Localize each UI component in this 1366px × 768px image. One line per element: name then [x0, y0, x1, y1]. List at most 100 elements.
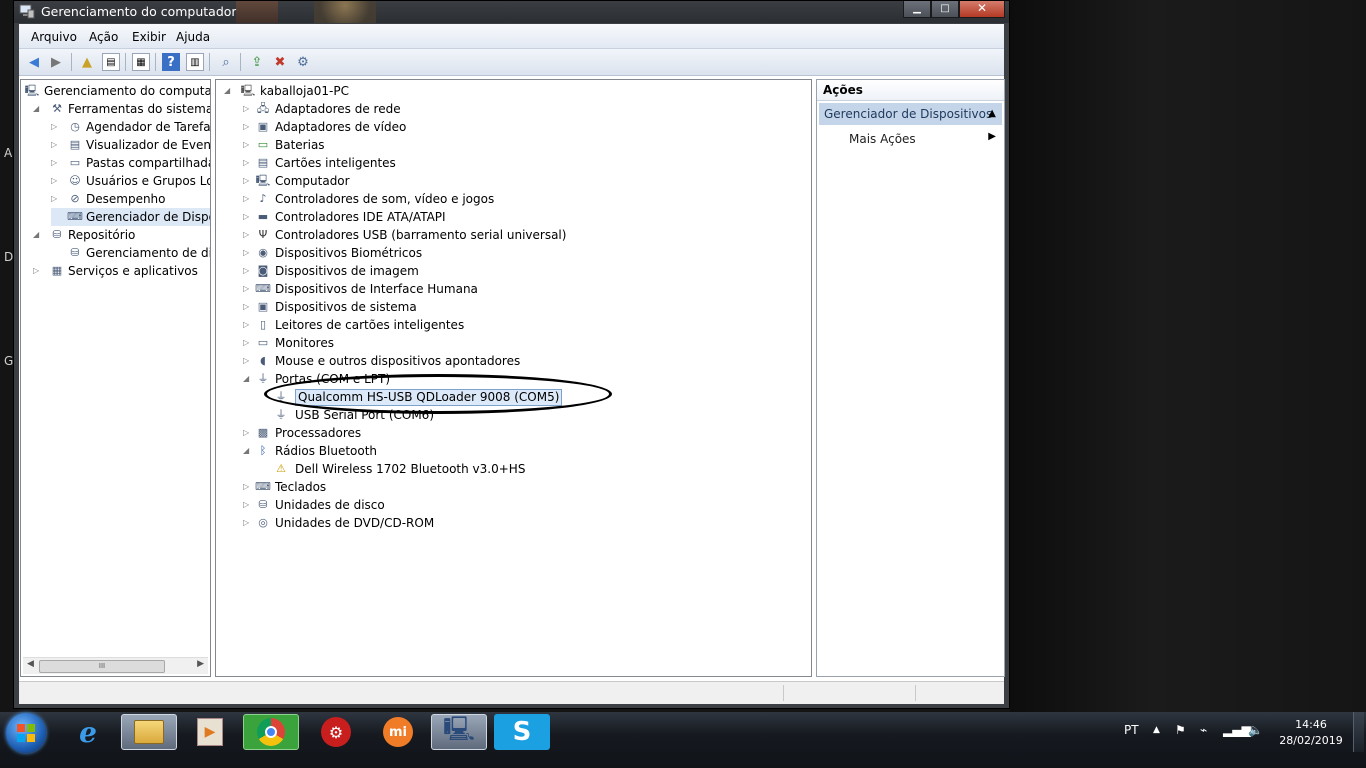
- expander-icon[interactable]: ▷: [243, 514, 252, 532]
- back-arrow-icon[interactable]: ◀: [25, 53, 43, 71]
- expander-icon[interactable]: ▷: [243, 226, 252, 244]
- nav-item[interactable]: ⛁ Gerenciamento de disco: [51, 244, 210, 262]
- nav-item[interactable]: 🖳 Gerenciamento do computado: [24, 82, 210, 100]
- services-icon: ▦: [51, 264, 63, 277]
- menu-ajuda[interactable]: Ajuda: [176, 30, 210, 44]
- taskbar-media-player[interactable]: ▶: [182, 714, 238, 750]
- properties-icon[interactable]: ▦: [132, 53, 150, 71]
- port-device-icon: ⏚: [275, 390, 287, 403]
- expander-icon[interactable]: ◢: [243, 442, 252, 460]
- taskbar-internet-explorer[interactable]: e: [60, 714, 116, 750]
- expander-icon[interactable]: ▷: [243, 190, 252, 208]
- expander-icon[interactable]: ◢: [33, 226, 42, 244]
- expander-icon[interactable]: ▷: [33, 262, 42, 280]
- taskbar-chrome[interactable]: [243, 714, 299, 750]
- scroll-left-icon[interactable]: ◀: [27, 659, 34, 669]
- expander-icon[interactable]: ▷: [243, 100, 252, 118]
- nav-item-label: Pastas compartilhadas: [86, 156, 211, 170]
- actions-section-device-manager[interactable]: Gerenciador de Dispositivos ▲: [819, 103, 1002, 125]
- scroll-thumb[interactable]: III: [39, 660, 165, 673]
- forward-arrow-icon[interactable]: ▶: [47, 53, 65, 71]
- expander-icon[interactable]: ▷: [51, 154, 60, 172]
- minimize-button[interactable]: ▁: [903, 1, 931, 18]
- show-hide-tree-icon[interactable]: ▤: [102, 53, 120, 71]
- expander-icon[interactable]: ▷: [243, 298, 252, 316]
- navigation-tree[interactable]: 🖳 Gerenciamento do computado ◢ ⚒ Ferramentas…: [20, 79, 211, 677]
- nav-item[interactable]: ◢ ⛁ Repositório: [33, 226, 210, 244]
- nav-item[interactable]: ▷ ☺ Usuários e Grupos Loca: [51, 172, 210, 190]
- more-actions-item[interactable]: Mais Ações: [849, 129, 916, 149]
- scan-hardware-icon[interactable]: ⌕: [217, 53, 235, 71]
- scroll-right-icon[interactable]: ▶: [197, 659, 204, 669]
- horizontal-scrollbar[interactable]: ◀ III ▶: [23, 657, 208, 674]
- expander-icon[interactable]: ▷: [243, 478, 252, 496]
- disk-drive-icon: ⛁: [258, 498, 268, 511]
- expander-icon[interactable]: ▷: [243, 334, 252, 352]
- maximize-button[interactable]: □: [931, 1, 959, 18]
- expander-icon[interactable]: ▷: [243, 208, 252, 226]
- taskbar-file-explorer[interactable]: [121, 714, 177, 750]
- expander-icon[interactable]: ◢: [243, 370, 252, 388]
- expander-icon[interactable]: ▷: [243, 496, 252, 514]
- expander-icon[interactable]: ▷: [243, 154, 252, 172]
- close-button[interactable]: ✕: [959, 1, 1005, 18]
- menu-acao[interactable]: Ação: [89, 30, 118, 44]
- device-tree[interactable]: ◢ 🖳 kaballoja01-PC ▷ 🖧 Adaptadores de rede…: [215, 79, 812, 677]
- window-client-area: Arquivo Ação Exibir Ajuda ◀ ▶ ▲ ▤ ▦ ? ▥ …: [19, 24, 1005, 704]
- device-label: Portas (COM e LPT): [275, 372, 391, 386]
- show-hidden-icons-icon[interactable]: ▲: [1153, 725, 1160, 735]
- update-driver-icon[interactable]: ⇪: [248, 53, 266, 71]
- show-action-pane-icon[interactable]: ▥: [186, 53, 204, 71]
- menu-arquivo[interactable]: Arquivo: [31, 30, 77, 44]
- device-label: Dispositivos Biométricos: [275, 246, 423, 260]
- expander-icon[interactable]: ▷: [243, 424, 252, 442]
- expander-icon[interactable]: ▷: [243, 136, 252, 154]
- taskbar-skype[interactable]: S: [494, 714, 550, 750]
- expander-icon[interactable]: ▷: [51, 118, 60, 136]
- expander-icon[interactable]: ▷: [51, 172, 60, 190]
- taskbar-mi-app[interactable]: mi: [370, 714, 426, 750]
- nav-item-label: Gerenciamento de disco: [86, 246, 211, 260]
- language-indicator[interactable]: PT: [1124, 723, 1139, 737]
- expander-icon[interactable]: ◢: [33, 100, 42, 118]
- expander-icon[interactable]: ▷: [243, 352, 252, 370]
- expander-icon[interactable]: ▷: [243, 316, 252, 334]
- start-button[interactable]: [6, 713, 46, 753]
- expander-icon[interactable]: ▷: [243, 118, 252, 136]
- power-plug-icon[interactable]: ⌁: [1200, 723, 1207, 737]
- device-label: Processadores: [275, 426, 362, 440]
- nav-item[interactable]: ▷ ⊘ Desempenho: [51, 190, 210, 208]
- expander-icon[interactable]: ▷: [243, 244, 252, 262]
- nav-item[interactable]: ◢ ⚒ Ferramentas do sistema: [33, 100, 210, 118]
- device-label: Dispositivos de imagem: [275, 264, 419, 278]
- show-desktop-button[interactable]: [1353, 712, 1364, 752]
- uninstall-device-icon[interactable]: ✖: [271, 53, 289, 71]
- network-signal-icon[interactable]: ▂▄▆: [1223, 723, 1251, 737]
- nav-item[interactable]: ▷ ▦ Serviços e aplicativos: [33, 262, 210, 280]
- collapse-caret-icon[interactable]: ▲: [988, 103, 996, 125]
- nav-item[interactable]: ▷ ▭ Pastas compartilhadas: [51, 154, 210, 172]
- nav-item[interactable]: ⌨Gerenciador de Disposit: [51, 208, 210, 226]
- up-folder-icon[interactable]: ▲: [78, 53, 96, 71]
- nav-item[interactable]: ▷ ◷ Agendador de Tarefas: [51, 118, 210, 136]
- action-center-flag-icon[interactable]: ⚑: [1175, 723, 1186, 737]
- expander-icon[interactable]: ▷: [243, 262, 252, 280]
- windows-logo-icon: [17, 724, 35, 742]
- expander-icon[interactable]: ▷: [51, 136, 60, 154]
- taskbar-red-app[interactable]: ⚙: [308, 714, 364, 750]
- device-label: Unidades de disco: [275, 498, 385, 512]
- device-label: Mouse e outros dispositivos apontadores: [275, 354, 521, 368]
- enable-device-icon[interactable]: ⚙: [294, 53, 312, 71]
- help-icon[interactable]: ?: [162, 53, 180, 71]
- clock[interactable]: 14:46 28/02/2019: [1276, 717, 1346, 749]
- expander-icon[interactable]: ▷: [243, 280, 252, 298]
- skype-icon: S: [512, 717, 532, 747]
- nav-item[interactable]: ▷ ▤ Visualizador de Eventos: [51, 136, 210, 154]
- taskbar-computer-management[interactable]: 🖳: [431, 714, 487, 750]
- title-bar[interactable]: Gerenciamento do computador ▁ □ ✕: [14, 1, 1009, 23]
- expander-icon[interactable]: ▷: [51, 190, 60, 208]
- menu-exibir[interactable]: Exibir: [132, 30, 166, 44]
- expander-icon[interactable]: ▷: [243, 172, 252, 190]
- computer-icon: 🖳: [255, 174, 271, 187]
- volume-muted-icon[interactable]: 🔈: [1248, 723, 1263, 737]
